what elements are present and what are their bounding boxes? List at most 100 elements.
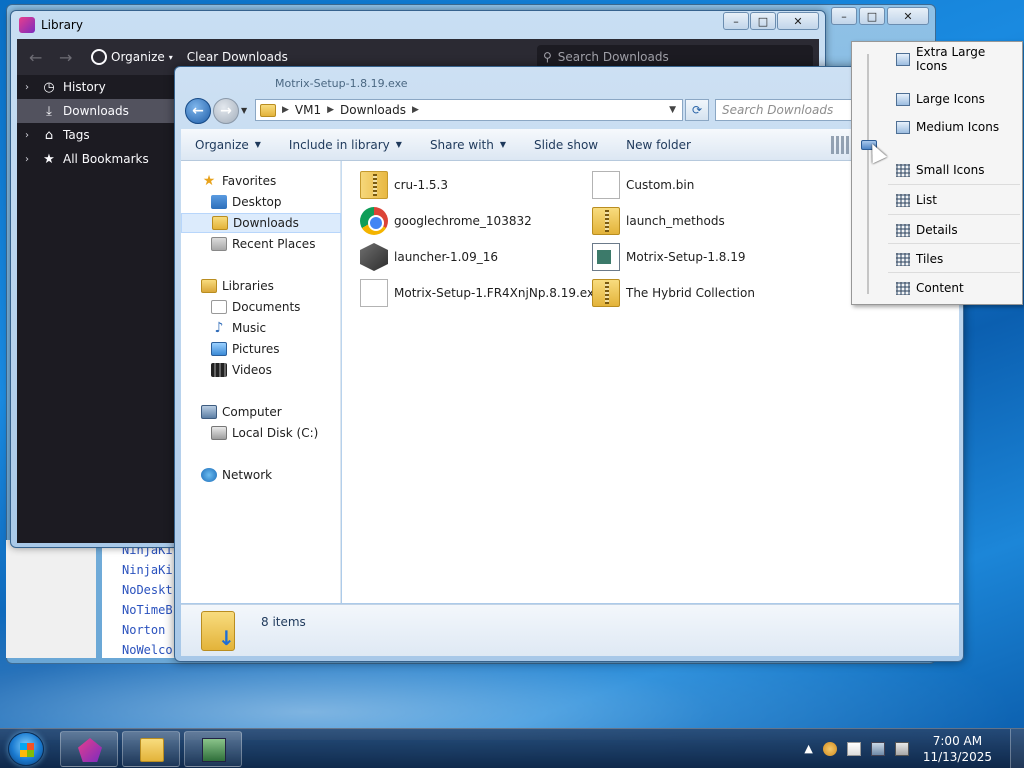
breadcrumb-downloads[interactable]: Downloads (340, 103, 406, 117)
nav-desktop[interactable]: Desktop (181, 192, 341, 212)
back-arrow-icon[interactable]: ← (29, 48, 47, 67)
slide-show-button[interactable]: Slide show (520, 138, 612, 152)
chevron-down-icon: ▾ (168, 52, 173, 62)
nav-recent-places[interactable]: Recent Places (181, 234, 341, 254)
breadcrumb-separator-icon[interactable]: ▶ (282, 105, 289, 115)
nav-label: Music (232, 321, 267, 335)
action-center-flag-icon[interactable] (846, 742, 861, 756)
star-icon: ★ (202, 173, 216, 189)
address-bar[interactable]: ▶ VM1 ▶ Downloads ▶ ▼ (255, 99, 683, 121)
new-folder-button[interactable]: New folder (612, 138, 705, 152)
nav-downloads[interactable]: Downloads (181, 213, 341, 233)
breadcrumb-vm1[interactable]: VM1 (295, 103, 321, 117)
explorer-search-input[interactable]: Search Downloads (715, 99, 865, 121)
library-maximize-button[interactable]: □ (750, 12, 776, 30)
breadcrumb-separator-icon[interactable]: ▶ (327, 105, 334, 115)
breadcrumb-separator-icon[interactable]: ▶ (412, 105, 419, 115)
view-slider-track[interactable] (867, 54, 869, 294)
nav-music[interactable]: ♪ Music (181, 318, 341, 338)
clock-icon: ◷ (43, 79, 55, 95)
menu-item-label: Extra Large Icons (915, 45, 986, 73)
videos-icon (211, 363, 227, 377)
sidebar-item-all-bookmarks[interactable]: › ★ All Bookmarks (17, 147, 181, 171)
menu-item-list[interactable]: List (896, 189, 1020, 211)
taskbar-app-terminal[interactable] (184, 731, 242, 767)
address-dropdown-icon[interactable]: ▼ (669, 105, 676, 115)
file-name: Custom.bin (626, 178, 695, 192)
menu-item-tiles[interactable]: Tiles (896, 248, 1020, 270)
volume-muted-icon[interactable] (894, 742, 909, 756)
refresh-button[interactable]: ⟳ (685, 99, 709, 121)
bg-close-button[interactable]: ✕ (887, 7, 929, 25)
file-item[interactable]: launch_methods (592, 205, 725, 237)
chevron-right-icon[interactable]: › (25, 154, 35, 165)
explorer-window[interactable]: Motrix-Setup-1.8.19.exe ← → ▼ ▶ VM1 ▶ Do… (174, 66, 964, 662)
navigation-pane: ★ Favorites Desktop Downloads Recent Pla… (181, 161, 341, 603)
organize-button[interactable]: Organize ▼ (181, 138, 275, 152)
pictures-icon (211, 342, 227, 356)
menu-item-large-icons[interactable]: Large Icons (896, 88, 1020, 110)
menu-separator (888, 184, 1020, 185)
include-in-library-button[interactable]: Include in library ▼ (275, 138, 416, 152)
recent-pages-dropdown-icon[interactable]: ▼ (241, 106, 247, 115)
recent-places-icon (211, 237, 227, 251)
change-view-icon[interactable] (831, 136, 851, 154)
network-tray-icon[interactable] (870, 742, 885, 756)
library-minimize-button[interactable]: – (723, 12, 749, 30)
file-item[interactable]: googlechrome_103832 (360, 205, 532, 237)
sidebar-item-history[interactable]: › ◷ History (17, 75, 181, 99)
details-icon (896, 223, 910, 237)
tiles-icon (896, 252, 910, 266)
menu-item-details[interactable]: Details (896, 219, 1020, 241)
sidebar-item-tags[interactable]: › ⌂ Tags (17, 123, 181, 147)
library-close-button[interactable]: ✕ (777, 12, 819, 30)
back-button[interactable]: ← (185, 98, 211, 124)
menu-item-extra-large-icons[interactable]: Extra Large Icons (896, 45, 1020, 73)
desktop-icon (211, 195, 227, 209)
file-name: launcher-1.09_16 (394, 250, 498, 264)
nav-label: Network (222, 468, 273, 482)
chevron-right-icon[interactable]: › (25, 130, 35, 141)
bg-maximize-button[interactable]: □ (859, 7, 885, 25)
extra-large-icons-icon (896, 52, 910, 66)
nav-network[interactable]: Network (181, 465, 341, 485)
nav-pictures[interactable]: Pictures (181, 339, 341, 359)
show-hidden-icons-icon[interactable]: ▲ (804, 742, 812, 756)
file-item[interactable]: The Hybrid Collection (592, 277, 755, 309)
menu-item-label: Tiles (916, 252, 944, 266)
bg-minimize-button[interactable]: – (831, 7, 857, 25)
clock[interactable]: 7:00 AM 11/13/2025 (923, 733, 992, 765)
start-button[interactable] (8, 732, 44, 766)
menu-item-content[interactable]: Content (896, 277, 1020, 299)
nav-label: Documents (232, 300, 301, 314)
tray-app-icon[interactable] (822, 742, 837, 756)
chevron-right-icon[interactable]: › (25, 82, 35, 93)
file-item[interactable]: Motrix-Setup-1.8.19 (592, 241, 746, 273)
file-item[interactable]: Motrix-Setup-1.FR4XnjNp.8.19.ex... (360, 277, 606, 309)
nav-documents[interactable]: Documents (181, 297, 341, 317)
share-with-button[interactable]: Share with ▼ (416, 138, 520, 152)
organize-label: Organize (195, 137, 249, 152)
sidebar-item-label: Downloads (63, 104, 129, 118)
nav-favorites[interactable]: ★ Favorites (181, 171, 341, 191)
nav-videos[interactable]: Videos (181, 360, 341, 380)
forward-button[interactable]: → (213, 98, 239, 124)
file-name: The Hybrid Collection (626, 286, 755, 300)
taskbar-app-explorer[interactable] (122, 731, 180, 767)
library-organize-button[interactable]: Organize ▾ (91, 49, 173, 65)
library-search-placeholder: Search Downloads (557, 50, 669, 64)
file-item[interactable]: cru-1.5.3 (360, 169, 448, 201)
nav-computer[interactable]: Computer (181, 402, 341, 422)
nav-libraries[interactable]: Libraries (181, 276, 341, 296)
menu-item-medium-icons[interactable]: Medium Icons (896, 116, 1020, 138)
menu-item-small-icons[interactable]: Small Icons (896, 159, 1020, 181)
forward-arrow-icon[interactable]: → (59, 48, 77, 67)
large-icons-icon (896, 92, 910, 106)
sidebar-item-downloads[interactable]: ⤓ Downloads (17, 99, 181, 123)
show-desktop-button[interactable] (1010, 729, 1024, 768)
file-item[interactable]: Custom.bin (592, 169, 694, 201)
clear-downloads-button[interactable]: Clear Downloads (187, 50, 288, 64)
taskbar-app-library[interactable] (60, 731, 118, 767)
file-item[interactable]: launcher-1.09_16 (360, 241, 498, 273)
nav-local-disk[interactable]: Local Disk (C:) (181, 423, 341, 443)
